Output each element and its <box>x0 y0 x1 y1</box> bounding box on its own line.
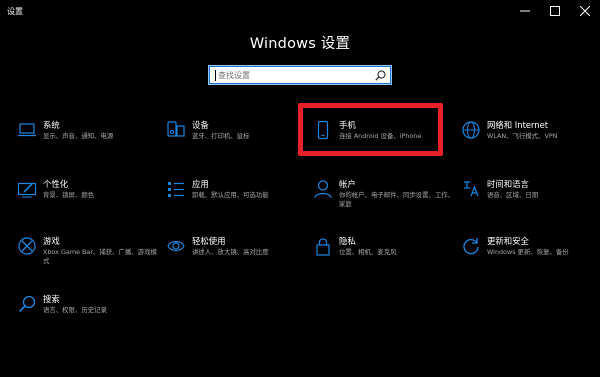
highlight-annotation <box>298 103 443 156</box>
tile-apps[interactable]: 应用 卸载、默认应用、可选功能 <box>166 179 306 219</box>
tile-description: 背景、锁屏、颜色 <box>43 191 95 199</box>
apps-icon <box>166 179 186 199</box>
laptop-icon <box>17 120 37 140</box>
tile-privacy[interactable]: 隐私 位置、相机、麦克风 <box>313 236 453 276</box>
tile-description: WLAN、飞行模式、VPN <box>487 132 558 140</box>
close-button[interactable] <box>570 0 600 22</box>
search-icon <box>17 294 37 314</box>
minimize-button[interactable] <box>510 0 540 22</box>
lock-icon <box>313 236 333 256</box>
tile-description: 你的帐户、电子邮件、同步设置、工作、家庭 <box>339 191 455 208</box>
tile-title: 隐私 <box>339 236 356 246</box>
tile-title: 网络和 Internet <box>487 120 549 130</box>
page-title: Windows 设置 <box>249 36 351 52</box>
tile-title: 系统 <box>43 120 60 130</box>
globe-icon <box>461 120 481 140</box>
title-bar: 设置 <box>0 0 600 24</box>
tile-title: 时间和语言 <box>487 179 529 189</box>
tile-personalization[interactable]: 个性化 背景、锁屏、颜色 <box>17 179 157 219</box>
devices-icon <box>166 120 186 140</box>
search-input[interactable] <box>218 70 368 80</box>
tile-title: 应用 <box>192 179 209 189</box>
tile-title: 个性化 <box>43 179 69 189</box>
maximize-button[interactable] <box>540 0 570 22</box>
maximize-icon <box>550 6 560 16</box>
tile-update-security[interactable]: 更新和安全 Windows 更新、恢复、备份 <box>461 236 600 276</box>
tile-description: 讲述人、放大镜、高对比度 <box>192 248 269 256</box>
tile-description: Windows 更新、恢复、备份 <box>487 248 569 256</box>
tile-title: 搜索 <box>43 294 60 304</box>
tile-title: 游戏 <box>43 236 60 246</box>
tile-description: 显示、声音、通知、电源 <box>43 132 114 140</box>
update-icon <box>461 236 481 256</box>
tile-description: 卸载、默认应用、可选功能 <box>192 191 269 199</box>
tile-description: 蓝牙、打印机、鼠标 <box>192 132 250 140</box>
minimize-icon <box>520 10 530 12</box>
text-cursor <box>215 69 216 81</box>
tile-time-language[interactable]: 时间和语言 语音、区域、日期 <box>461 179 600 219</box>
tile-network[interactable]: 网络和 Internet WLAN、飞行模式、VPN <box>461 120 600 160</box>
tile-title: 设备 <box>192 120 209 130</box>
tile-accounts[interactable]: 帐户 你的帐户、电子邮件、同步设置、工作、家庭 <box>313 179 454 219</box>
search-box[interactable] <box>208 65 392 85</box>
accessibility-icon <box>166 236 186 256</box>
close-icon <box>580 6 590 16</box>
window-title: 设置 <box>7 7 23 16</box>
tile-description: 语言、权限、历史记录 <box>43 306 107 314</box>
time-language-icon <box>461 179 481 199</box>
tile-gaming[interactable]: 游戏 Xbox Game Bar、捕获、广播、游戏模式 <box>17 236 157 276</box>
tile-title: 帐户 <box>339 179 356 189</box>
tile-search[interactable]: 搜索 语言、权限、历史记录 <box>17 294 157 334</box>
account-icon <box>313 179 333 199</box>
xbox-icon <box>17 236 37 256</box>
search-icon[interactable] <box>375 70 386 81</box>
tile-title: 更新和安全 <box>487 236 529 246</box>
tile-system[interactable]: 系统 显示、声音、通知、电源 <box>17 120 157 160</box>
tile-devices[interactable]: 设备 蓝牙、打印机、鼠标 <box>166 120 306 160</box>
tile-ease-of-access[interactable]: 轻松使用 讲述人、放大镜、高对比度 <box>166 236 306 276</box>
personalize-icon <box>17 179 37 199</box>
tile-description: 位置、相机、麦克风 <box>339 248 397 256</box>
tile-title: 轻松使用 <box>192 236 226 246</box>
tile-description: 语音、区域、日期 <box>487 191 539 199</box>
tile-description: Xbox Game Bar、捕获、广播、游戏模式 <box>43 248 157 265</box>
